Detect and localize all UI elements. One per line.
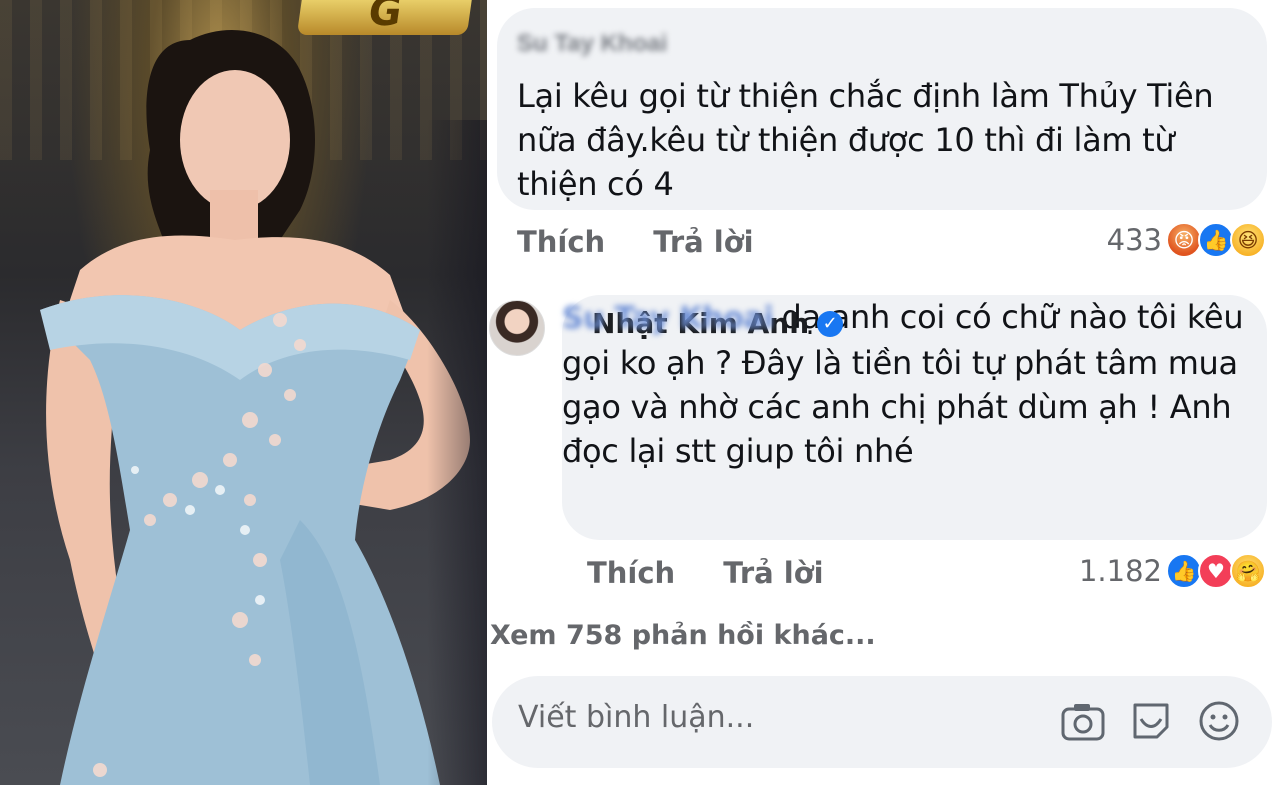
like-icon: 👍 (1166, 553, 1202, 589)
like-link[interactable]: Thích (517, 225, 605, 259)
composer-tools (1058, 696, 1244, 746)
photo-shadow (427, 120, 487, 785)
reaction-count: 433 (1106, 223, 1162, 257)
avatar[interactable] (489, 300, 545, 356)
comment-input[interactable]: Viết bình luận... (518, 700, 754, 735)
comment-thread: Su Tay Khoai Lại kêu gọi từ thiện chắc đ… (487, 0, 1280, 785)
like-icon: 👍 (1198, 222, 1234, 258)
comment-author-name-blurred[interactable]: Su Tay Khoai (517, 30, 667, 58)
like-link[interactable]: Thích (587, 556, 675, 590)
reply-link[interactable]: Trả lời (723, 556, 823, 590)
comment-actions: Thích Trả lời (517, 225, 802, 259)
profile-photo: G (0, 0, 487, 785)
reply-link[interactable]: Trả lời (653, 225, 753, 259)
comment-bubble: Su Tay Khoai Lại kêu gọi từ thiện chắc đ… (497, 8, 1267, 210)
love-icon: ♥ (1198, 553, 1234, 589)
reaction-count: 1.182 (1078, 554, 1162, 588)
comment-composer[interactable]: Viết bình luận... (492, 676, 1272, 768)
comment-text: Lại kêu gọi từ thiện chắc định làm Thủy … (517, 77, 1214, 203)
view-more-replies-link[interactable]: Xem 758 phản hồi khác... (490, 620, 876, 651)
camera-icon[interactable] (1058, 696, 1108, 746)
verified-badge-icon: ✓ (817, 310, 844, 337)
woman-in-blue-gown-illustration (40, 30, 470, 785)
emoji-icon[interactable] (1194, 696, 1244, 746)
reaction-summary[interactable]: 433 😡 👍 😆 (1107, 222, 1266, 258)
gif-sticker-icon[interactable] (1126, 696, 1176, 746)
reply-actions: Thích Trả lời (587, 556, 872, 590)
mention-link-blurred[interactable]: Su Tay Khoai (562, 301, 774, 336)
angry-icon: 😡 (1166, 222, 1202, 258)
reaction-summary[interactable]: 1.182 👍 ♥ 🤗 (1079, 553, 1266, 589)
reply-body: Su Tay Khoai dạ anh coi có chữ nào tôi kê… (562, 298, 1244, 470)
haha-icon: 😆 (1230, 222, 1266, 258)
reply-bubble: Nhật Kim Anh ✓ Su Tay Khoai dạ anh coi có… (562, 295, 1267, 540)
care-icon: 🤗 (1230, 553, 1266, 589)
